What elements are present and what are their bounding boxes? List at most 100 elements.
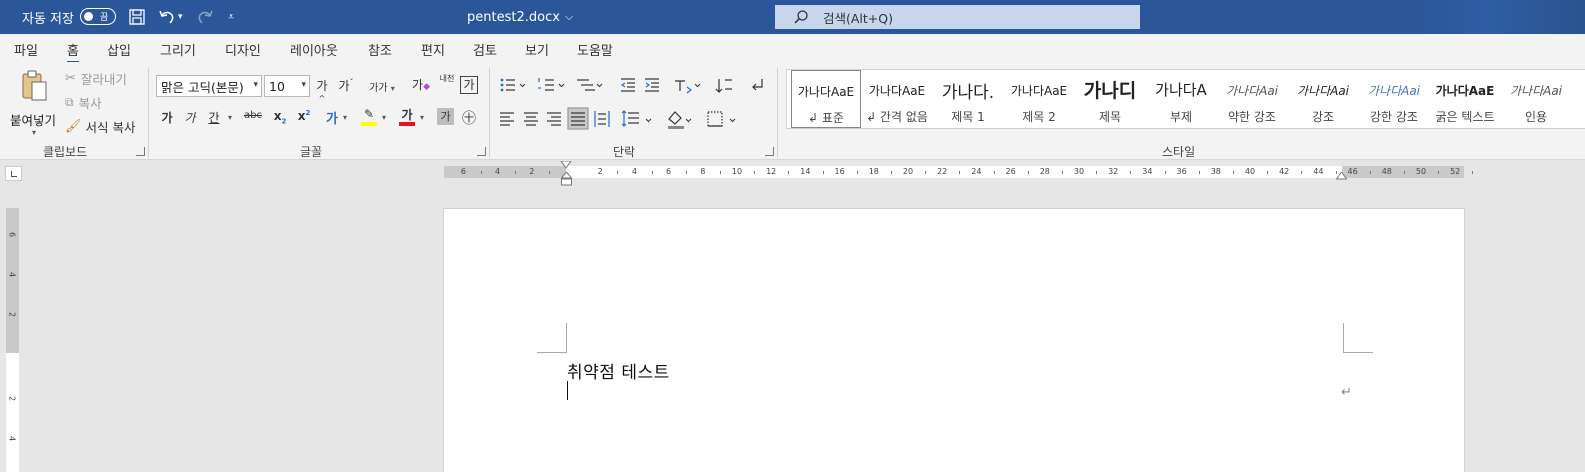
ruler-number: 22 — [937, 167, 948, 176]
tab-file[interactable]: 파일 — [14, 40, 38, 59]
hanging-indent-marker[interactable] — [561, 172, 572, 186]
ruler-number: 10 — [731, 167, 743, 176]
ruler-tick — [1267, 171, 1269, 174]
ruler-tick — [719, 171, 721, 174]
ruler-tick — [548, 171, 550, 174]
italic-icon[interactable]: 가 — [183, 109, 197, 126]
font-color-dropdown-icon[interactable]: ▾ — [420, 113, 424, 122]
redo-icon[interactable] — [196, 0, 214, 34]
tab-references[interactable]: 참조 — [368, 40, 392, 59]
enclose-characters-icon[interactable]: ㊉ — [460, 108, 478, 128]
document-page[interactable]: 취약점 테스트 ↵ — [444, 209, 1464, 472]
copy-icon: ⧉ — [65, 95, 74, 109]
font-color-icon[interactable]: 가 — [399, 106, 415, 126]
tab-draw[interactable]: 그리기 — [160, 40, 196, 59]
ruler-number: 48 — [1381, 167, 1392, 176]
right-indent-marker[interactable] — [1336, 172, 1347, 180]
crop-mark-top-right — [1343, 323, 1373, 353]
tab-selector[interactable] — [5, 166, 22, 181]
paste-button[interactable]: 붙여넣기 ▾ — [10, 70, 56, 138]
style-preview: 가나다. — [941, 83, 995, 103]
ribbon-home: 붙여넣기 ▾ ✂ 잘라내기 ⧉ 복사 🖌 서식 복사 클립보드 맑은 고딕(본문) ▾ … — [0, 62, 1585, 160]
paste-dropdown-icon[interactable]: ▾ — [32, 128, 36, 137]
grow-font-glyph: 가 — [316, 79, 328, 93]
customize-qat-icon[interactable]: ⩡ — [228, 0, 238, 34]
character-shading-icon[interactable]: 가 — [437, 108, 454, 125]
phonetic-guide-icon[interactable]: 내천 — [437, 74, 457, 83]
style-strong[interactable]: 가나다AaE 굵은 텍스트 — [1430, 70, 1500, 128]
style-title[interactable]: 가나디 제목 — [1075, 70, 1145, 128]
grow-font-icon[interactable]: 가^ — [314, 77, 330, 109]
tab-insert[interactable]: 삽입 — [107, 40, 131, 59]
style-no-spacing[interactable]: 가나다AaE ↲ 간격 없음 — [862, 70, 932, 128]
ruler-number: 8 — [700, 167, 706, 176]
text-effects-icon[interactable]: 가 — [322, 108, 342, 127]
tab-home-label: 홈 — [67, 44, 79, 59]
underline-icon[interactable]: 간 — [207, 109, 221, 126]
style-name: 인용 — [1524, 110, 1548, 124]
text-effects-dropdown-icon[interactable]: ▾ — [343, 113, 347, 122]
font-launcher-icon[interactable] — [477, 147, 486, 156]
highlight-icon[interactable]: ✎ — [360, 107, 378, 126]
ruler-number: 40 — [1244, 167, 1256, 176]
vertical-ruler[interactable]: 6 4 2 2 4 — [6, 208, 19, 472]
font-name-select[interactable]: 맑은 고딕(본문) ▾ — [156, 75, 262, 97]
autosave-toggle[interactable]: 끔 — [80, 8, 116, 25]
copy-button[interactable]: ⧉ 복사 — [65, 93, 102, 112]
font-group-label: 글꼴 — [300, 145, 323, 159]
change-case-icon[interactable]: 가가 ▾ — [368, 79, 396, 94]
strikethrough-icon[interactable]: abc — [243, 110, 263, 121]
tab-layout[interactable]: 레이아웃 — [290, 40, 338, 59]
style-preview: 가나다Aai — [1509, 84, 1563, 98]
style-name: 강조 — [1311, 110, 1335, 124]
first-line-indent-marker[interactable] — [560, 161, 572, 169]
style-preview: 가나다AaE — [1435, 84, 1495, 98]
cut-button[interactable]: ✂ 잘라내기 — [65, 69, 127, 88]
ruler-number: 26 — [1005, 167, 1016, 176]
ruler-tick — [1232, 171, 1234, 174]
subscript-icon[interactable]: x2 — [272, 109, 288, 125]
paragraph-launcher-icon[interactable] — [765, 147, 774, 156]
style-name: 제목 1 — [951, 110, 985, 124]
tab-help[interactable]: 도움말 — [577, 40, 613, 59]
format-painter-button[interactable]: 🖌 서식 복사 — [65, 117, 136, 136]
underline-dropdown-icon[interactable]: ▾ — [228, 113, 232, 122]
paragraph-mark-icon: ↵ — [1341, 385, 1352, 400]
tab-design[interactable]: 디자인 — [225, 40, 261, 59]
style-normal[interactable]: 가나다AaE ↲ 표준 — [791, 70, 861, 128]
style-subtitle[interactable]: 가나다A 부제 — [1146, 70, 1216, 128]
clear-formatting-icon[interactable]: 가◆ — [411, 76, 431, 93]
line-spacing-icon — [621, 110, 639, 127]
tab-review[interactable]: 검토 — [473, 40, 497, 59]
character-border-icon[interactable]: 가 — [460, 76, 478, 94]
highlight-dropdown-icon[interactable]: ▾ — [382, 113, 386, 122]
tab-mailings[interactable]: 편지 — [421, 40, 445, 59]
style-subtle-emphasis[interactable]: 가나다Aai 약한 강조 — [1217, 70, 1287, 128]
style-quote[interactable]: 가나다Aai 인용 — [1501, 70, 1571, 128]
style-emphasis[interactable]: 가나다Aai 강조 — [1288, 70, 1358, 128]
undo-dropdown-icon[interactable]: ▾ — [178, 0, 188, 34]
toggle-knob — [84, 12, 93, 21]
superscript-icon[interactable]: x2 — [296, 109, 312, 123]
tab-home[interactable]: 홈 — [67, 40, 79, 64]
document-title[interactable]: pentest2.docx ⌵ — [467, 0, 573, 34]
style-heading-1[interactable]: 가나다. 제목 1 — [933, 70, 1003, 128]
ruler-tick — [925, 171, 927, 174]
bold-icon[interactable]: 가 — [160, 109, 174, 126]
search-box[interactable]: 검색(Alt+Q) — [775, 5, 1140, 29]
ruler-number: 2 — [7, 395, 17, 402]
document-text[interactable]: 취약점 테스트 — [567, 358, 670, 383]
style-heading-2[interactable]: 가나다AaE 제목 2 — [1004, 70, 1074, 128]
clipboard-launcher-icon[interactable] — [136, 147, 145, 156]
style-intense-emphasis[interactable]: 가나다Aai 강한 강조 — [1359, 70, 1429, 128]
shrink-font-icon[interactable]: 가ˇ — [338, 77, 354, 94]
save-icon[interactable] — [128, 0, 146, 34]
undo-icon[interactable] — [158, 0, 176, 34]
ruler-tick — [651, 171, 653, 174]
font-size-select[interactable]: 10 ▾ — [264, 75, 310, 97]
tab-view[interactable]: 보기 — [525, 40, 549, 59]
horizontal-ruler[interactable]: 6 4 2 2 4 6 8 10 12 14 16 18 20 22 24 26 28 30 32 34 36 38 40 4… — [444, 166, 1474, 178]
chevron-down-icon: ⌵ — [564, 10, 574, 23]
ruler-tick — [1027, 171, 1029, 174]
ruler-number: 46 — [1347, 167, 1358, 176]
